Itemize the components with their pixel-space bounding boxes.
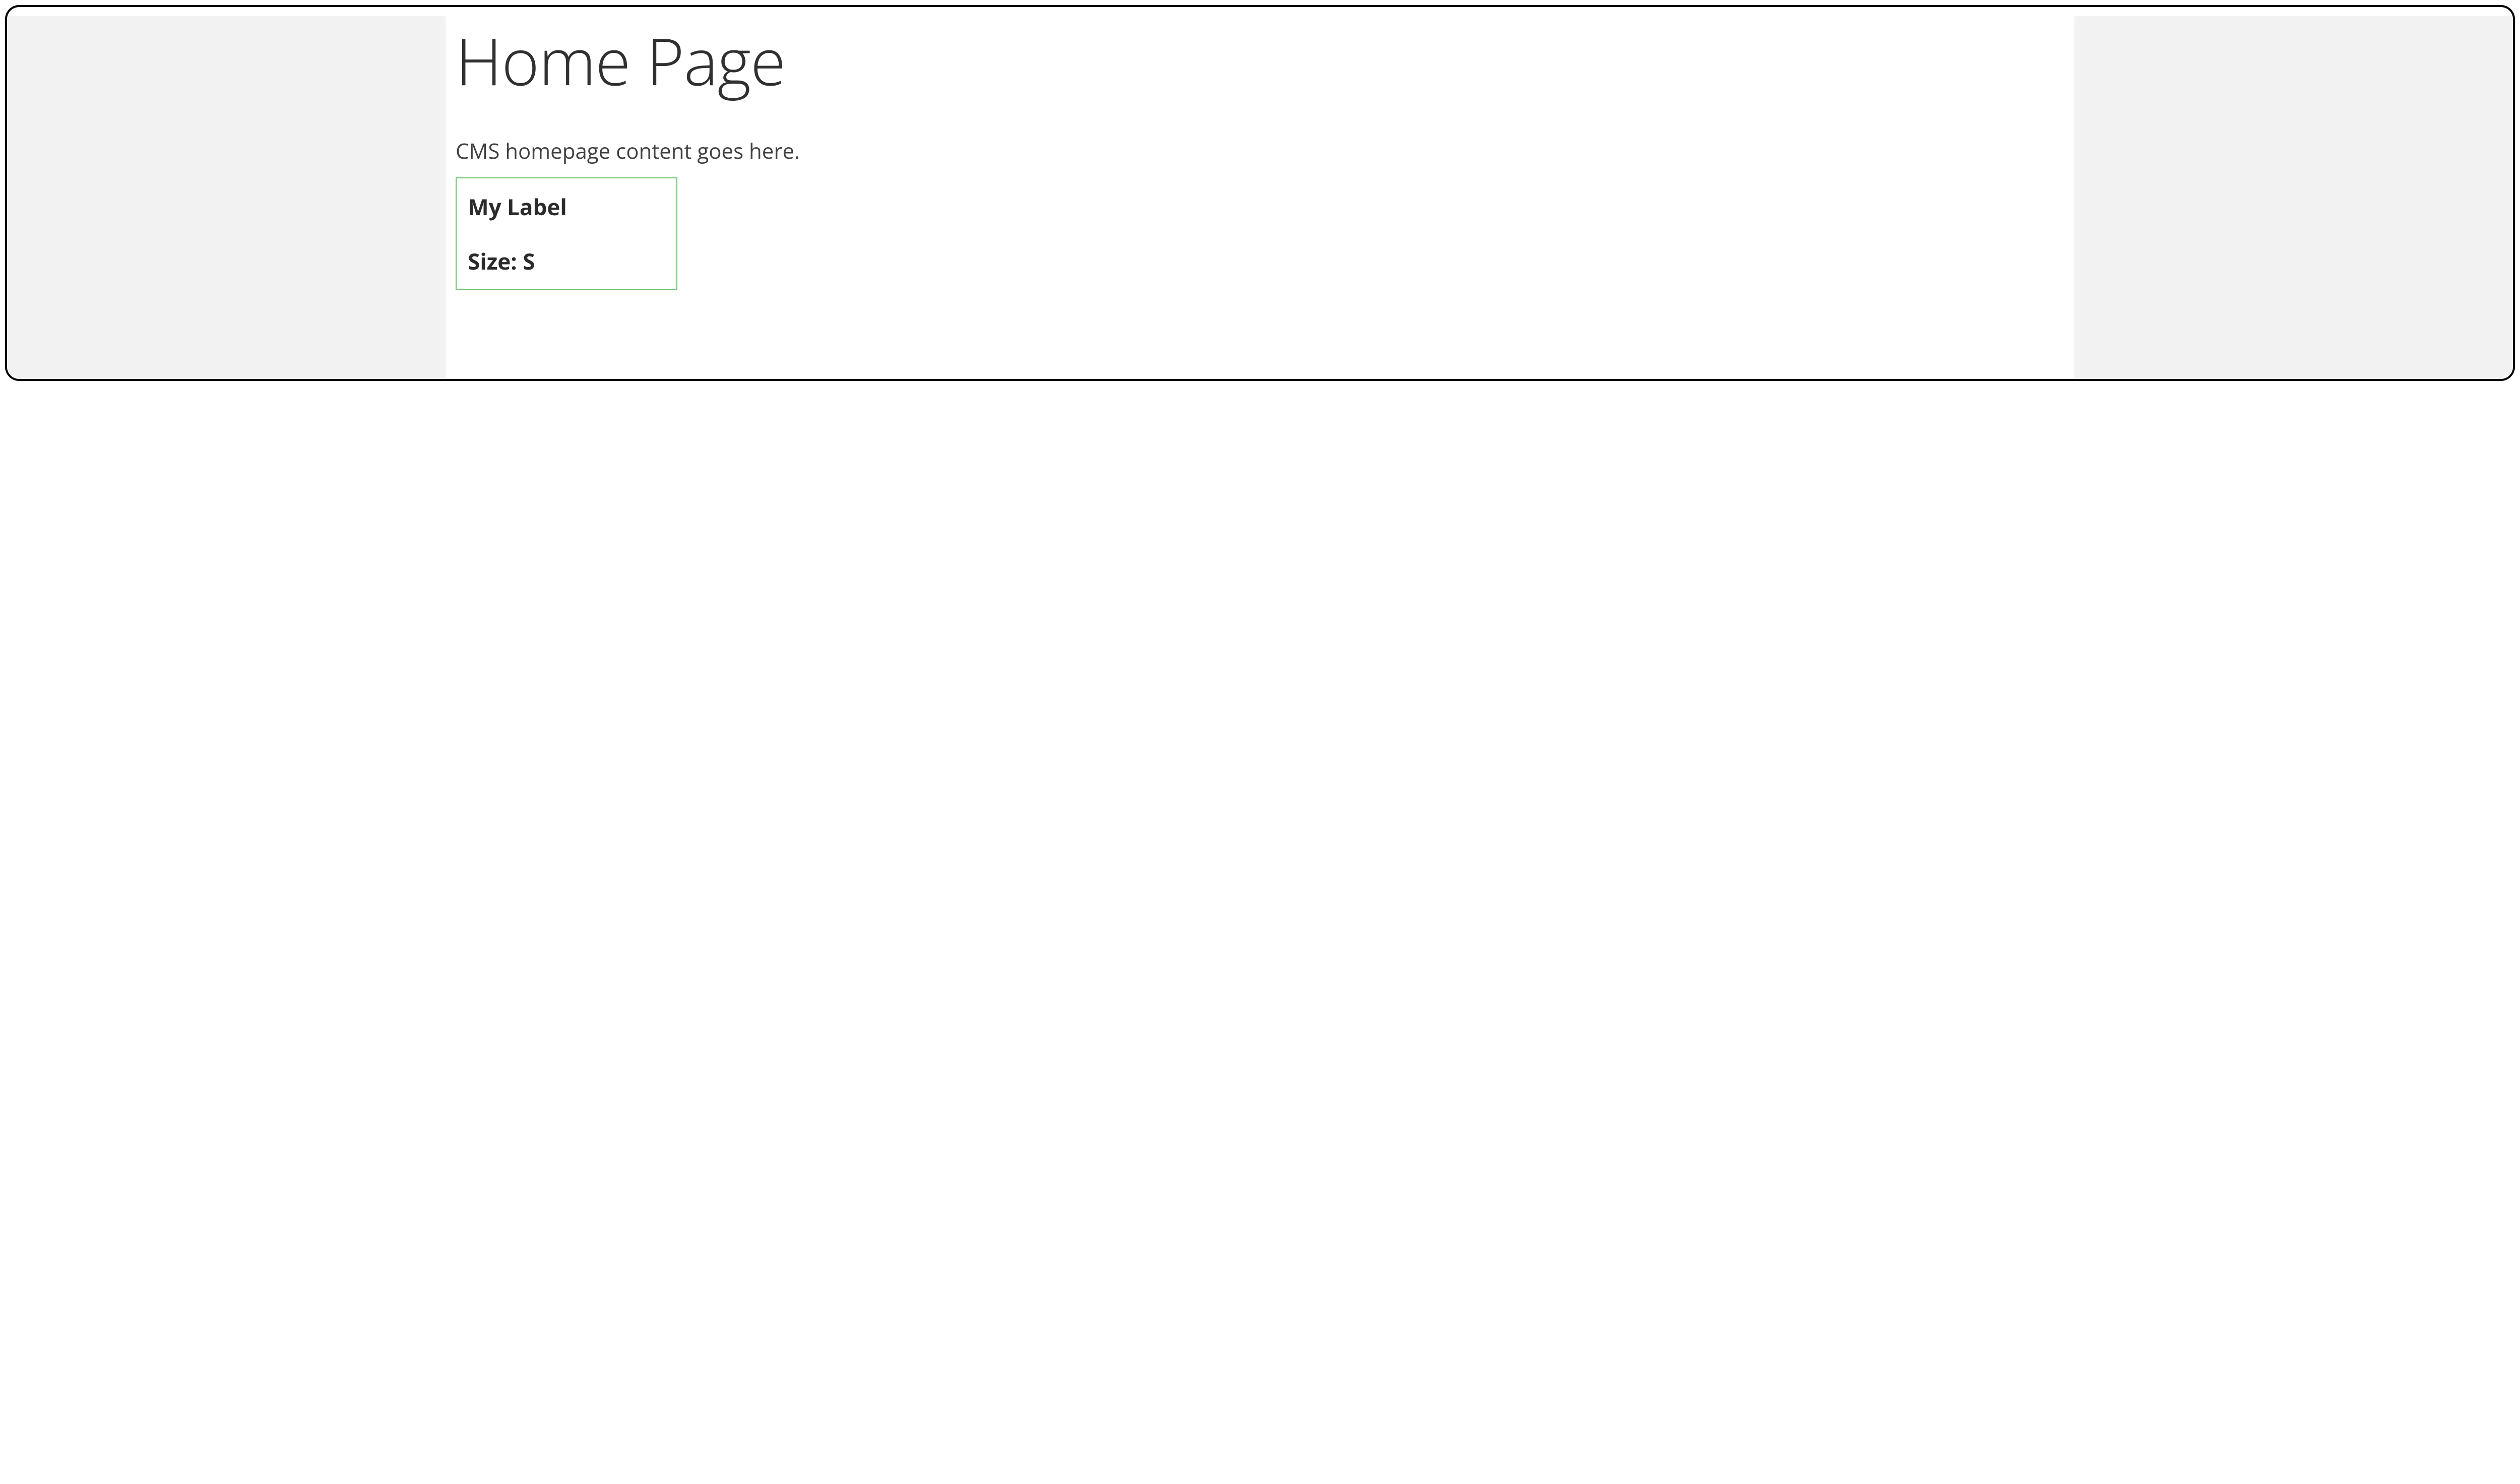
widget-size: Size: S (468, 246, 631, 276)
right-gutter (2074, 16, 2513, 379)
left-gutter (7, 16, 446, 379)
page-frame: Home Page CMS homepage content goes here… (5, 5, 2515, 381)
page-description: CMS homepage content goes here. (456, 137, 2054, 165)
page-layout: Home Page CMS homepage content goes here… (7, 16, 2513, 379)
widget-label: My Label (468, 191, 631, 222)
main-content: Home Page CMS homepage content goes here… (446, 16, 2074, 379)
page-title: Home Page (456, 25, 2054, 96)
widget-preview: My Label Size: S (456, 177, 677, 290)
